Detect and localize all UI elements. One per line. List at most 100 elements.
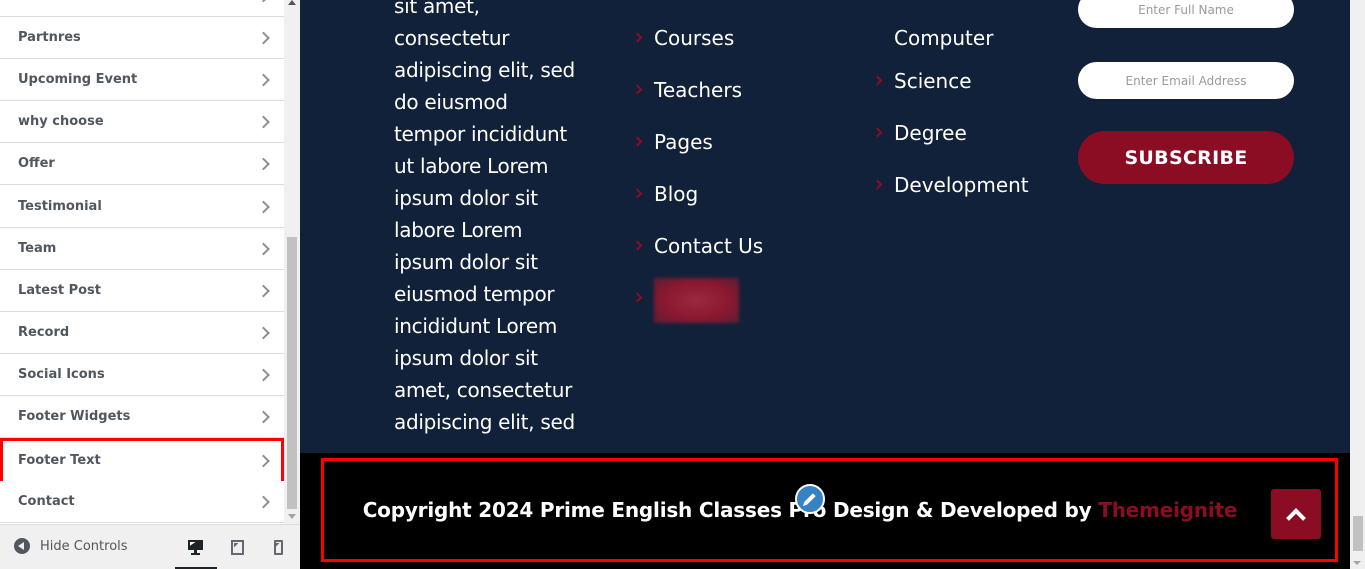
chevron-right-icon bbox=[872, 127, 883, 138]
desktop-icon bbox=[187, 540, 203, 555]
chevron-right-icon bbox=[257, 0, 270, 2]
scroll-down-arrow-icon[interactable] bbox=[288, 514, 296, 519]
hide-controls-button[interactable]: Hide Controls bbox=[14, 538, 128, 554]
preview-scrollbar[interactable] bbox=[1350, 0, 1365, 569]
hide-controls-label: Hide Controls bbox=[40, 538, 128, 554]
footer-link-redacted[interactable] bbox=[632, 278, 763, 338]
section-item-record[interactable]: Record bbox=[0, 312, 284, 354]
footer-link-courses[interactable]: Courses bbox=[632, 26, 763, 78]
link-label: Science bbox=[894, 69, 972, 93]
collapse-arrow-icon bbox=[14, 538, 30, 554]
section-item-upcoming-event[interactable]: Upcoming Event bbox=[0, 59, 284, 101]
section-item-label: Record bbox=[18, 325, 70, 340]
section-item-label: Testimonial bbox=[18, 199, 102, 214]
about-line: eiusmod tempor bbox=[394, 282, 555, 306]
footer-link-development[interactable]: Development bbox=[872, 173, 1029, 225]
about-line: consectetur bbox=[394, 26, 510, 50]
chevron-right-icon bbox=[872, 179, 883, 190]
footer-link-teachers[interactable]: Teachers bbox=[632, 78, 763, 130]
section-item-social-icons[interactable]: Social Icons bbox=[0, 354, 284, 396]
chevron-right-icon bbox=[257, 157, 270, 170]
section-item-team[interactable]: Team bbox=[0, 228, 284, 270]
scroll-down-arrow-icon[interactable] bbox=[1353, 561, 1361, 565]
section-item-why-choose[interactable]: why choose bbox=[0, 101, 284, 143]
chevron-up-icon bbox=[1286, 508, 1306, 528]
chevron-right-icon bbox=[632, 240, 643, 251]
panel-scrollbar[interactable] bbox=[284, 0, 300, 524]
section-item-footer-text[interactable]: Footer Text bbox=[0, 438, 284, 484]
about-line: sit amet, bbox=[394, 0, 480, 18]
scrollbar-thumb[interactable] bbox=[1353, 516, 1363, 551]
chevron-right-icon bbox=[257, 31, 270, 44]
scrollbar-thumb[interactable] bbox=[287, 237, 297, 509]
footer-link-degree[interactable]: Degree bbox=[872, 121, 1029, 173]
footer-link-science[interactable]: Science bbox=[872, 69, 1029, 121]
chevron-right-icon bbox=[257, 115, 270, 128]
section-item-label: Social Icons bbox=[18, 367, 105, 382]
about-line: adipiscing elit, sed bbox=[394, 410, 575, 434]
section-item-contact[interactable]: Contact bbox=[0, 481, 284, 523]
section-item-label: Latest Post bbox=[18, 283, 101, 298]
preview-mobile-button[interactable] bbox=[258, 525, 298, 569]
chevron-right-icon bbox=[257, 200, 270, 213]
back-to-top-button[interactable] bbox=[1271, 489, 1321, 539]
chevron-right-icon bbox=[257, 368, 270, 381]
about-line: do eiusmod bbox=[394, 90, 508, 114]
section-item-label: Team bbox=[18, 241, 57, 256]
section-item-partners[interactable]: Partnres bbox=[0, 17, 284, 59]
copyright-bar: Copyright 2024 Prime English Classes Pro… bbox=[300, 453, 1350, 569]
copyright-text: Copyright 2024 Prime English Classes Pro… bbox=[300, 498, 1350, 522]
chevron-right-icon bbox=[257, 326, 270, 339]
link-label: Courses bbox=[654, 26, 735, 50]
preview-tablet-button[interactable] bbox=[217, 525, 257, 569]
link-label: Development bbox=[894, 173, 1029, 197]
panel-footer-controls: Hide Controls bbox=[0, 524, 300, 569]
section-item-label: Favorite Courses bbox=[18, 0, 141, 3]
about-line: ipsum dolor sit bbox=[394, 346, 538, 370]
about-line: amet, consectetur bbox=[394, 378, 573, 402]
redacted-link-label bbox=[654, 278, 739, 323]
chevron-right-icon bbox=[632, 188, 643, 199]
edit-shortcut-button[interactable] bbox=[795, 484, 825, 514]
about-line: ut labore Lorem bbox=[394, 154, 549, 178]
link-label: Computer bbox=[894, 26, 994, 50]
footer-about-text: sit amet, consectetur adipiscing elit, s… bbox=[394, 0, 584, 438]
full-name-input[interactable] bbox=[1078, 0, 1294, 28]
pencil-icon bbox=[804, 493, 816, 505]
section-item-label: Footer Widgets bbox=[18, 409, 131, 424]
customizer-panel: Favorite Courses Partnres Upcoming Event… bbox=[0, 0, 300, 569]
link-label: Contact Us bbox=[654, 234, 764, 258]
chevron-right-icon bbox=[632, 32, 643, 43]
chevron-right-icon bbox=[632, 84, 643, 95]
scroll-up-arrow-icon[interactable] bbox=[288, 0, 296, 5]
link-label: Pages bbox=[654, 130, 713, 154]
about-line: ipsum dolor sit bbox=[394, 250, 538, 274]
section-item-favorite-courses[interactable]: Favorite Courses bbox=[0, 0, 284, 17]
about-line: incididunt Lorem bbox=[394, 314, 558, 338]
link-label: Degree bbox=[894, 121, 967, 145]
preview-desktop-button[interactable] bbox=[175, 525, 217, 569]
tablet-icon bbox=[230, 540, 244, 555]
chevron-right-icon bbox=[257, 242, 270, 255]
footer-link-pages[interactable]: Pages bbox=[632, 130, 763, 182]
email-input[interactable] bbox=[1078, 62, 1294, 99]
about-line: tempor incididunt bbox=[394, 122, 567, 146]
section-list: Favorite Courses Partnres Upcoming Event… bbox=[0, 0, 284, 524]
subscribe-button[interactable]: SUBSCRIBE bbox=[1078, 131, 1294, 184]
about-line: labore Lorem bbox=[394, 218, 523, 242]
mobile-icon bbox=[273, 540, 283, 555]
chevron-right-icon bbox=[257, 410, 270, 423]
section-item-label: Upcoming Event bbox=[18, 72, 138, 87]
section-item-label: Contact bbox=[18, 494, 75, 509]
footer-link-blog[interactable]: Blog bbox=[632, 182, 763, 234]
themeignite-link[interactable]: Themeignite bbox=[1098, 498, 1237, 522]
footer-link-computer-wrapped[interactable]: Computer bbox=[874, 26, 1029, 69]
section-item-footer-widgets[interactable]: Footer Widgets bbox=[0, 396, 284, 438]
link-label: Blog bbox=[654, 182, 699, 206]
section-item-latest-post[interactable]: Latest Post bbox=[0, 270, 284, 312]
site-preview: sit amet, consectetur adipiscing elit, s… bbox=[300, 0, 1350, 569]
section-item-offer[interactable]: Offer bbox=[0, 143, 284, 185]
section-item-testimonial[interactable]: Testimonial bbox=[0, 186, 284, 228]
section-item-label: Partnres bbox=[18, 30, 81, 45]
section-item-label: Offer bbox=[18, 156, 55, 171]
